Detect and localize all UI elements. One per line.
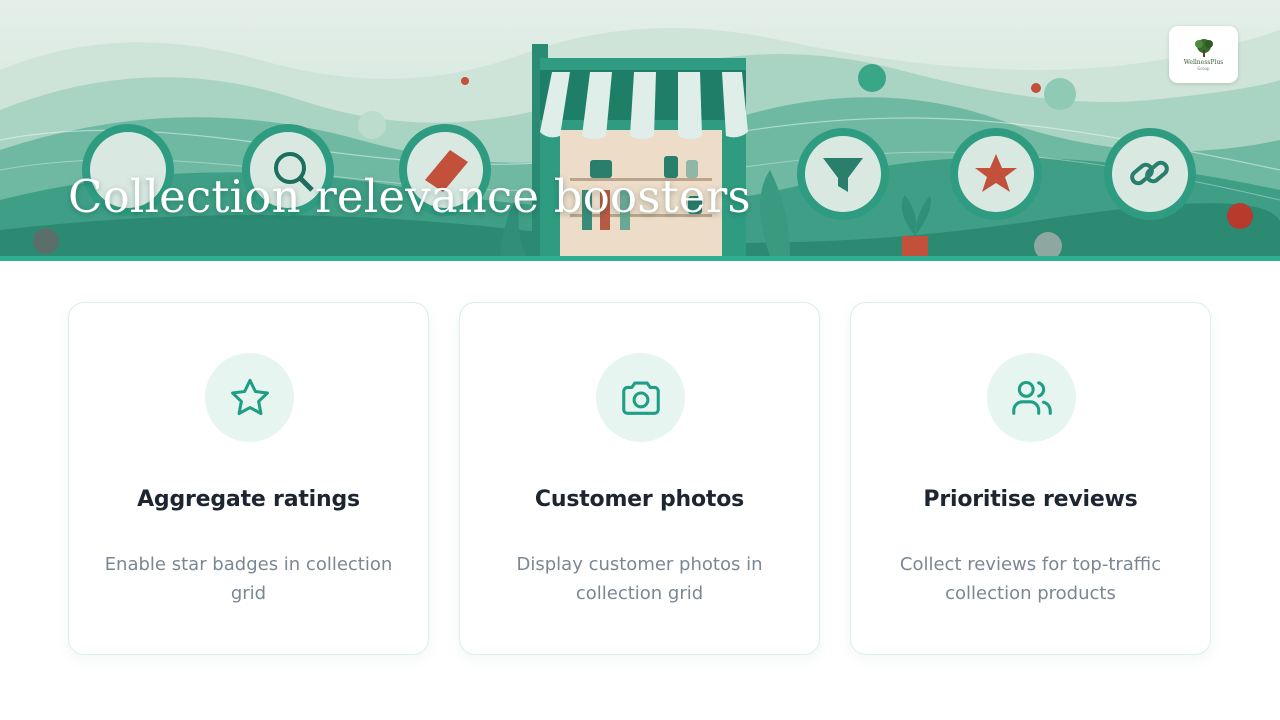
- tree-logo-icon: [1194, 39, 1213, 57]
- icon-circle: [987, 353, 1076, 442]
- feature-cards: Aggregate ratings Enable star badges in …: [68, 302, 1213, 655]
- logo-subtext: Group: [1197, 66, 1210, 71]
- card-customer-photos: Customer photos Display customer photos …: [459, 302, 820, 655]
- card-title: Customer photos: [534, 487, 745, 512]
- logo-text: WellnessPlus: [1183, 59, 1224, 66]
- card-aggregate-ratings: Aggregate ratings Enable star badges in …: [68, 302, 429, 655]
- page-title: Collection relevance boosters: [68, 170, 751, 223]
- star-icon: [230, 378, 269, 415]
- users-icon: [1011, 380, 1052, 415]
- hero-banner: Collection relevance boosters WellnessPl…: [0, 0, 1280, 256]
- card-description: Display customer photos in collection gr…: [516, 554, 763, 604]
- card-title: Prioritise reviews: [923, 487, 1138, 512]
- icon-circle: [205, 353, 294, 442]
- brand-logo: WellnessPlus Group: [1169, 26, 1238, 83]
- card-description: Enable star badges in collection grid: [104, 554, 393, 604]
- card-description: Collect reviews for top-traffic collecti…: [899, 554, 1162, 604]
- camera-icon: [621, 381, 660, 415]
- card-title: Aggregate ratings: [137, 487, 360, 512]
- accent-divider: [0, 256, 1280, 261]
- card-prioritise-reviews: Prioritise reviews Collect reviews for t…: [850, 302, 1211, 655]
- icon-circle: [596, 353, 685, 442]
